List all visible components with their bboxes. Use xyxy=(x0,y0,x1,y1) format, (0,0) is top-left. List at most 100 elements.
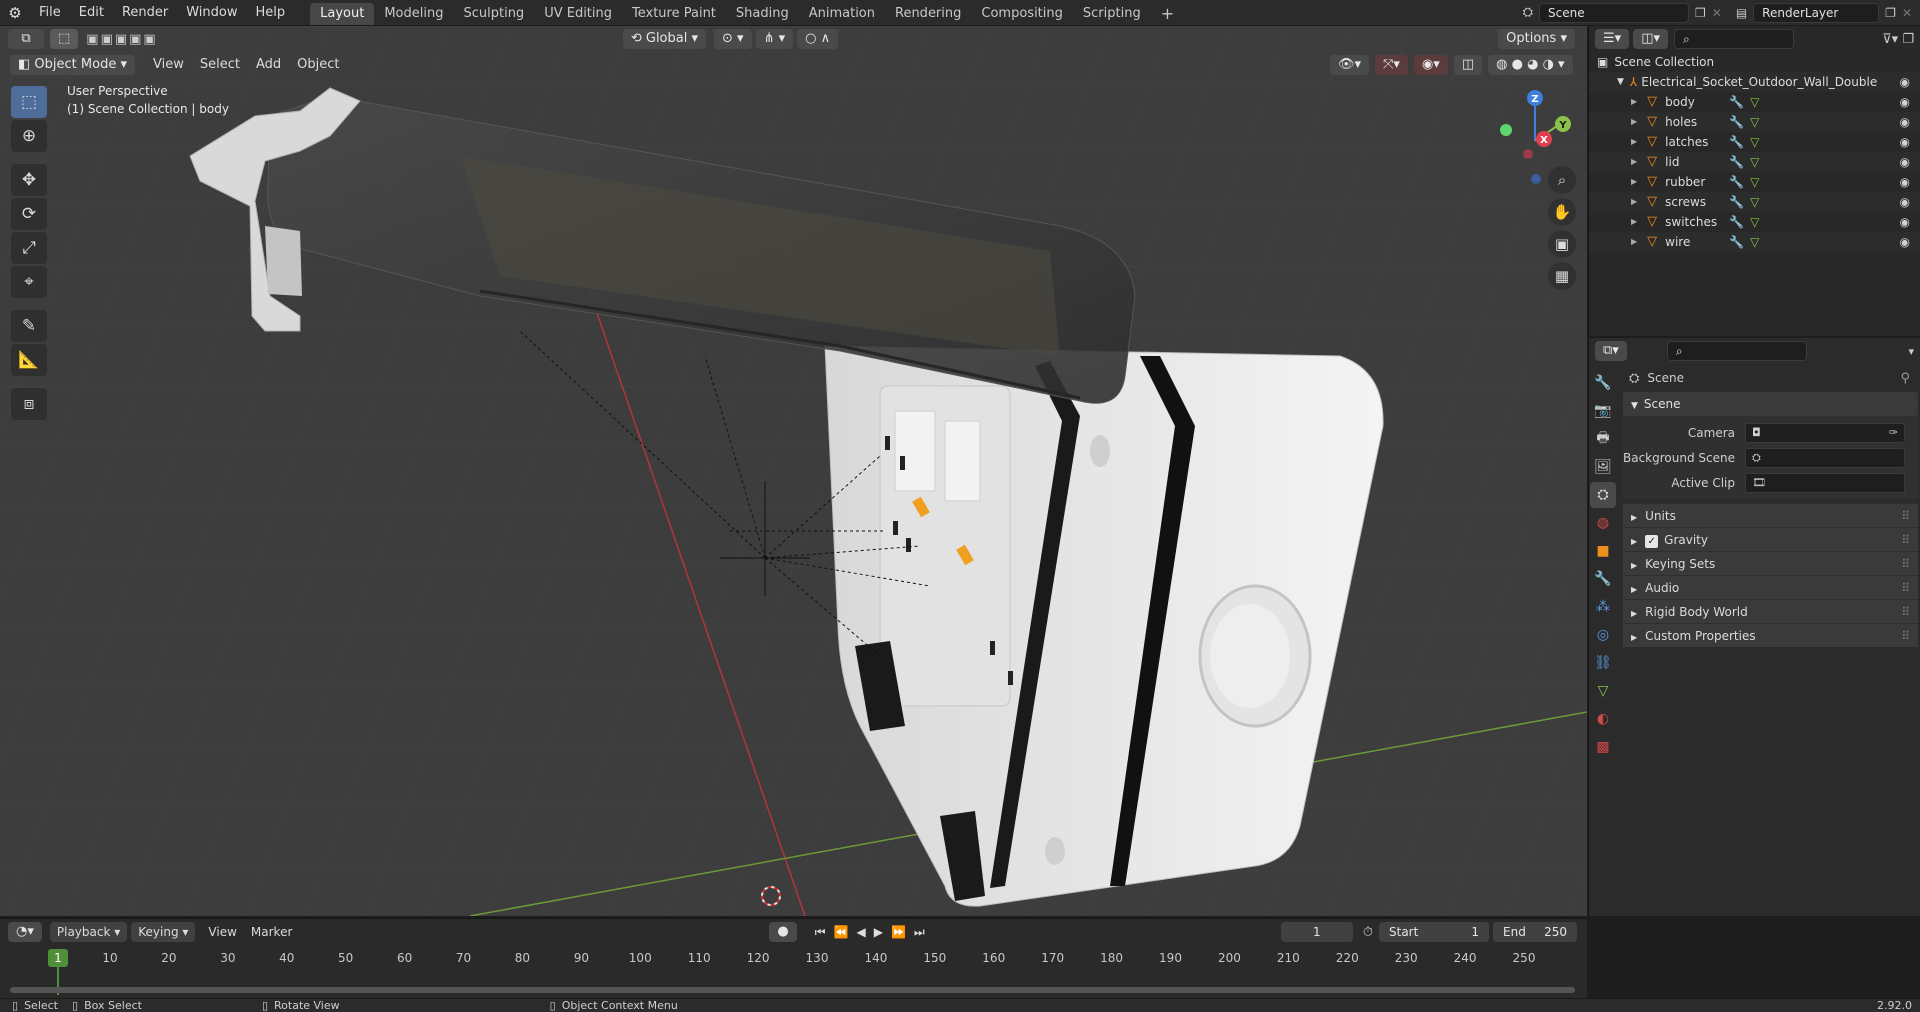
eye-icon[interactable]: ◉ xyxy=(1900,212,1910,232)
tab-animation[interactable]: Animation xyxy=(799,3,885,25)
frame-ruler[interactable]: 1 10 20 30 40 50 60 70 80 90 100 110 120 130 140 150 16… xyxy=(0,945,1587,999)
view-layer-tab-icon[interactable]: 🖼 xyxy=(1590,454,1616,480)
mesh-data-icon[interactable]: ▽ xyxy=(1750,212,1759,232)
keying-menu[interactable]: Keying ▾ xyxy=(131,922,196,942)
expand-arrow-icon[interactable]: ▶ xyxy=(1631,132,1637,152)
play-reverse-icon[interactable]: ◀ xyxy=(857,925,866,939)
particles-tab-icon[interactable]: ⁂ xyxy=(1590,594,1616,620)
filter-icon[interactable]: ⊽▾ ❐ xyxy=(1882,32,1914,47)
modifier-icon[interactable]: 🔧 xyxy=(1729,212,1744,232)
mesh-data-icon[interactable]: ▽ xyxy=(1750,152,1759,172)
expand-arrow-icon[interactable]: ▶ xyxy=(1631,92,1637,112)
snap-dropdown[interactable]: ⋔ ▾ xyxy=(755,29,794,49)
camera-view-icon[interactable]: ▣ xyxy=(1548,230,1576,258)
object-mode-dropdown[interactable]: ◧ Object Mode ▾ xyxy=(10,55,135,75)
outliner-object-rubber[interactable]: ▶ ▽ rubber 🔧 ▽ ◉ xyxy=(1589,172,1920,192)
outliner-object-wire[interactable]: ▶ ▽ wire 🔧 ▽ ◉ xyxy=(1589,232,1920,252)
world-tab-icon[interactable]: ◍ xyxy=(1590,510,1616,536)
expand-arrow-icon[interactable]: ▼ xyxy=(1617,72,1624,92)
pivot-dropdown[interactable]: ⊙ ▾ xyxy=(714,29,752,49)
output-tab-icon[interactable]: 🖶 xyxy=(1590,426,1616,452)
material-tab-icon[interactable]: ◐ xyxy=(1590,706,1616,732)
modifier-icon[interactable]: 🔧 xyxy=(1729,152,1744,172)
transform-orientation-dropdown[interactable]: ⟲ Global ▾ xyxy=(622,29,707,49)
scene-panel-header[interactable]: ▼ Scene xyxy=(1623,392,1918,416)
modifier-icon[interactable]: 🔧 xyxy=(1729,92,1744,112)
transform-tool-icon[interactable]: ⌖ xyxy=(11,266,47,298)
visibility-toggle[interactable]: 👁▾ xyxy=(1330,55,1370,75)
properties-search-input[interactable]: ⌕ xyxy=(1666,341,1807,361)
view-layer-icon[interactable]: ▤ xyxy=(1736,6,1747,20)
zoom-icon[interactable]: ⌕ xyxy=(1548,166,1576,194)
pan-hand-icon[interactable]: ✋ xyxy=(1548,198,1576,226)
eye-icon[interactable]: ◉ xyxy=(1900,132,1910,152)
properties-options-icon[interactable]: ▾ xyxy=(1908,345,1914,358)
subpanel-gravity[interactable]: ▶ ✓ Gravity ⠿ xyxy=(1623,527,1918,551)
tab-texture-paint[interactable]: Texture Paint xyxy=(622,3,726,25)
modifier-icon[interactable]: 🔧 xyxy=(1729,132,1744,152)
mesh-data-icon[interactable]: ▽ xyxy=(1750,112,1759,132)
menu-select[interactable]: Select xyxy=(192,55,248,75)
jump-end-icon[interactable]: ⏭ xyxy=(914,925,925,940)
outliner-object-switches[interactable]: ▶ ▽ switches 🔧 ▽ ◉ xyxy=(1589,212,1920,232)
expand-arrow-icon[interactable]: ▶ xyxy=(1631,112,1637,132)
outliner-collection-row[interactable]: ▼ ⅄ Electrical_Socket_Outdoor_Wall_Doubl… xyxy=(1589,72,1920,92)
display-mode-dropdown[interactable]: ◫▾ xyxy=(1633,29,1668,49)
select-box-tool-icon[interactable]: ⬚ xyxy=(11,86,47,118)
next-keyframe-icon[interactable]: ⏩ xyxy=(891,925,906,939)
measure-tool-icon[interactable]: 📐 xyxy=(11,344,47,376)
menu-render[interactable]: Render xyxy=(113,0,177,26)
object-tab-icon[interactable]: ■ xyxy=(1590,538,1616,564)
new-view-layer-icon[interactable]: ❐ xyxy=(1885,6,1896,20)
scene-name-field[interactable]: Scene xyxy=(1539,2,1689,23)
modifier-tab-icon[interactable]: 🔧 xyxy=(1590,566,1616,592)
end-frame-field[interactable]: End 250 xyxy=(1493,922,1577,942)
outliner-object-latches[interactable]: ▶ ▽ latches 🔧 ▽ ◉ xyxy=(1589,132,1920,152)
menu-window[interactable]: Window xyxy=(177,0,246,26)
tab-rendering[interactable]: Rendering xyxy=(885,3,971,25)
add-cube-tool-icon[interactable]: ⧈ xyxy=(11,388,47,420)
move-tool-icon[interactable]: ✥ xyxy=(11,164,47,196)
timeline-scrollbar[interactable] xyxy=(10,987,1575,993)
jump-start-icon[interactable]: ⏮ xyxy=(815,925,826,940)
editor-type-icon[interactable]: ⧉ xyxy=(8,29,44,49)
eye-icon[interactable]: ◉ xyxy=(1900,112,1910,132)
properties-editor-type-icon[interactable]: ⧉▾ xyxy=(1595,341,1627,361)
new-scene-icon[interactable]: ❐ xyxy=(1695,6,1706,20)
outliner-object-screws[interactable]: ▶ ▽ screws 🔧 ▽ ◉ xyxy=(1589,192,1920,212)
drag-handle-icon[interactable]: ⠿ xyxy=(1901,528,1910,552)
overlay-toggle[interactable]: ◉▾ xyxy=(1413,55,1448,75)
tab-compositing[interactable]: Compositing xyxy=(971,3,1073,25)
select-tool-icon[interactable]: ⬚ xyxy=(50,29,79,49)
timeline-view-menu[interactable]: View xyxy=(201,922,243,942)
mesh-data-icon[interactable]: ▽ xyxy=(1750,172,1759,192)
start-frame-field[interactable]: Start 1 xyxy=(1379,922,1489,942)
eye-icon[interactable]: ◉ xyxy=(1900,232,1910,252)
background-scene-field[interactable]: ⛭ xyxy=(1745,447,1905,468)
prev-keyframe-icon[interactable]: ⏪ xyxy=(834,925,849,939)
menu-help[interactable]: Help xyxy=(247,0,295,26)
view-layer-field[interactable]: RenderLayer xyxy=(1753,2,1880,23)
physics-tab-icon[interactable]: ◎ xyxy=(1590,622,1616,648)
select-mode-buttons[interactable]: ▣▣▣▣▣ xyxy=(86,32,157,47)
marker-menu[interactable]: Marker xyxy=(244,922,299,942)
use-preview-range-icon[interactable]: ⏱ xyxy=(1363,925,1373,940)
constraints-tab-icon[interactable]: ⛓ xyxy=(1590,650,1616,676)
tab-uv-editing[interactable]: UV Editing xyxy=(534,3,622,25)
outliner-object-lid[interactable]: ▶ ▽ lid 🔧 ▽ ◉ xyxy=(1589,152,1920,172)
subpanel-keying-sets[interactable]: ▶ Keying Sets ⠿ xyxy=(1623,551,1918,575)
expand-arrow-icon[interactable]: ▶ xyxy=(1631,212,1637,232)
tab-sculpting[interactable]: Sculpting xyxy=(453,3,534,25)
eye-icon[interactable]: ◉ xyxy=(1900,72,1910,92)
drag-handle-icon[interactable]: ⠿ xyxy=(1901,600,1910,624)
pin-icon[interactable]: ⚲ xyxy=(1900,371,1910,386)
blender-logo-icon[interactable]: ⚙ xyxy=(0,4,30,22)
expand-arrow-icon[interactable]: ▶ xyxy=(1631,192,1637,212)
expand-arrow-icon[interactable]: ▶ xyxy=(1631,152,1637,172)
playback-menu[interactable]: Playback ▾ xyxy=(49,922,128,942)
texture-tab-icon[interactable]: ▩ xyxy=(1590,734,1616,760)
scene-tab-icon[interactable]: ⛭ xyxy=(1590,482,1616,508)
subpanel-custom-properties[interactable]: ▶ Custom Properties ⠿ xyxy=(1623,623,1918,647)
cursor-tool-icon[interactable]: ⊕ xyxy=(11,120,47,152)
render-tab-icon[interactable]: 📷 xyxy=(1590,398,1616,424)
